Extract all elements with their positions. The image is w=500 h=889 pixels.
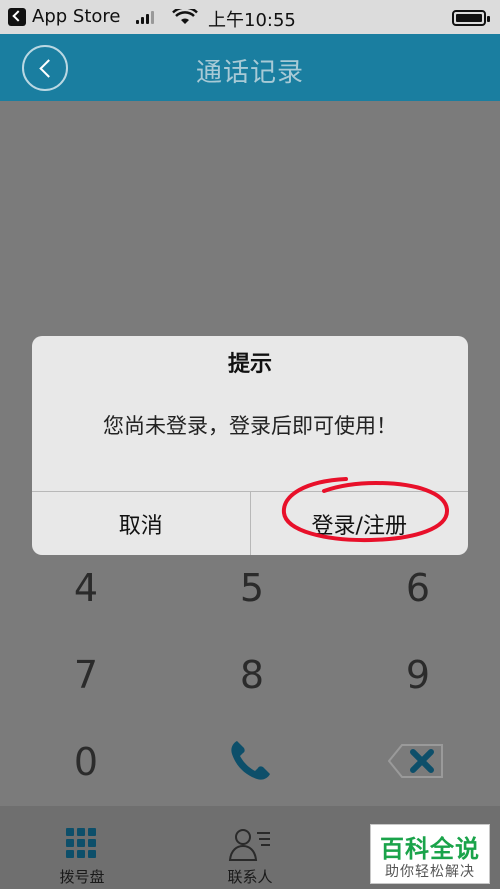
watermark-logo: 百科全说 助你轻松解决	[370, 824, 490, 884]
key-9[interactable]: 9	[378, 653, 458, 697]
dialog-message: 您尚未登录，登录后即可使用！	[103, 414, 397, 438]
key-4[interactable]: 4	[46, 566, 126, 610]
tab-contacts-label: 联系人	[227, 868, 273, 886]
battery-icon	[452, 10, 490, 26]
watermark-title: 百科全说	[380, 835, 480, 863]
contact-icon	[228, 829, 270, 861]
dialog-title: 提示	[227, 352, 272, 377]
grid-icon	[66, 828, 98, 858]
wifi-icon	[172, 5, 199, 25]
app-header: App Store 上午10:55 通话记录	[0, 0, 500, 101]
page-title: 通话记录	[195, 58, 304, 88]
cancel-button[interactable]: 取消	[32, 492, 250, 555]
back-app-label[interactable]: App Store	[32, 6, 120, 27]
status-bar: App Store 上午10:55	[0, 0, 500, 34]
key-8[interactable]: 8	[212, 653, 292, 697]
key-6[interactable]: 6	[378, 566, 458, 610]
login-prompt-dialog: 提示 您尚未登录，登录后即可使用！ 取消 登录/注册	[32, 336, 468, 555]
key-0[interactable]: 0	[46, 740, 126, 784]
tab-dialpad[interactable]: 拨号盘	[22, 806, 142, 889]
tab-dialpad-label: 拨号盘	[59, 868, 105, 886]
status-time: 上午10:55	[208, 10, 296, 31]
key-5[interactable]: 5	[212, 566, 292, 610]
back-to-app-icon[interactable]	[8, 7, 26, 26]
phone-icon[interactable]	[227, 738, 273, 784]
tab-contacts[interactable]: 联系人	[190, 806, 310, 889]
login-register-button[interactable]: 登录/注册	[249, 492, 469, 555]
watermark-subtitle: 助你轻松解决	[385, 864, 475, 880]
signal-icon	[136, 10, 155, 24]
backspace-icon[interactable]	[388, 743, 444, 779]
key-7[interactable]: 7	[46, 653, 126, 697]
